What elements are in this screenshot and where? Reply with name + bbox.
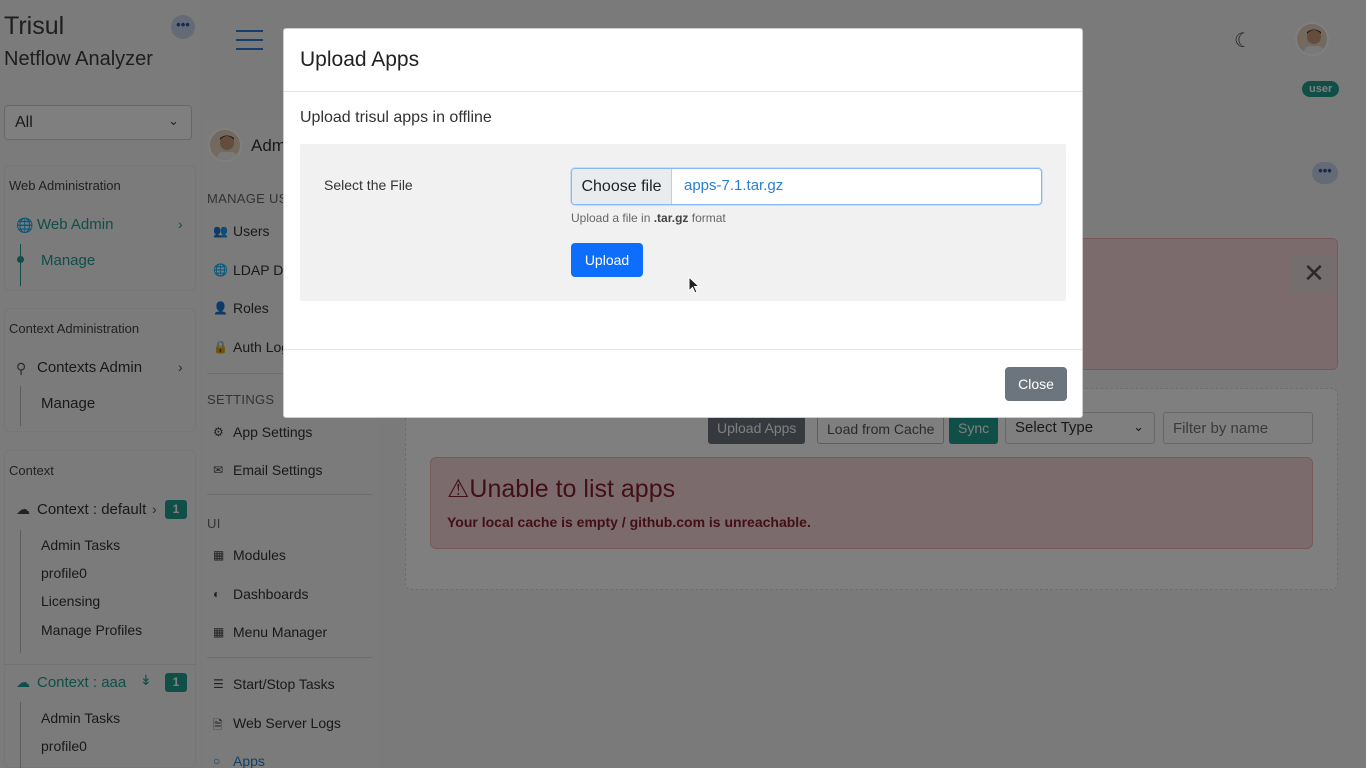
modal-footer-divider: [284, 349, 1082, 350]
choose-file-button[interactable]: Choose file: [572, 169, 672, 204]
upload-button[interactable]: Upload: [571, 243, 643, 277]
upload-form: Select the File Choose file apps-7.1.tar…: [300, 144, 1066, 301]
help-format: .tar.gz: [653, 211, 689, 225]
close-button[interactable]: Close: [1005, 367, 1067, 401]
upload-apps-modal: Upload Apps Upload trisul apps in offlin…: [283, 28, 1083, 418]
file-help-text: Upload a file in .tar.gz format: [571, 211, 726, 225]
cursor-icon: [688, 276, 700, 294]
help-prefix: Upload a file in: [571, 211, 654, 225]
file-label: Select the File: [324, 177, 413, 193]
file-input[interactable]: Choose file apps-7.1.tar.gz: [571, 168, 1042, 205]
modal-header: Upload Apps: [284, 29, 1082, 92]
selected-file-name: apps-7.1.tar.gz: [684, 177, 784, 194]
help-suffix: format: [688, 211, 726, 225]
modal-subtitle: Upload trisul apps in offline: [300, 109, 492, 126]
modal-title: Upload Apps: [300, 48, 420, 71]
